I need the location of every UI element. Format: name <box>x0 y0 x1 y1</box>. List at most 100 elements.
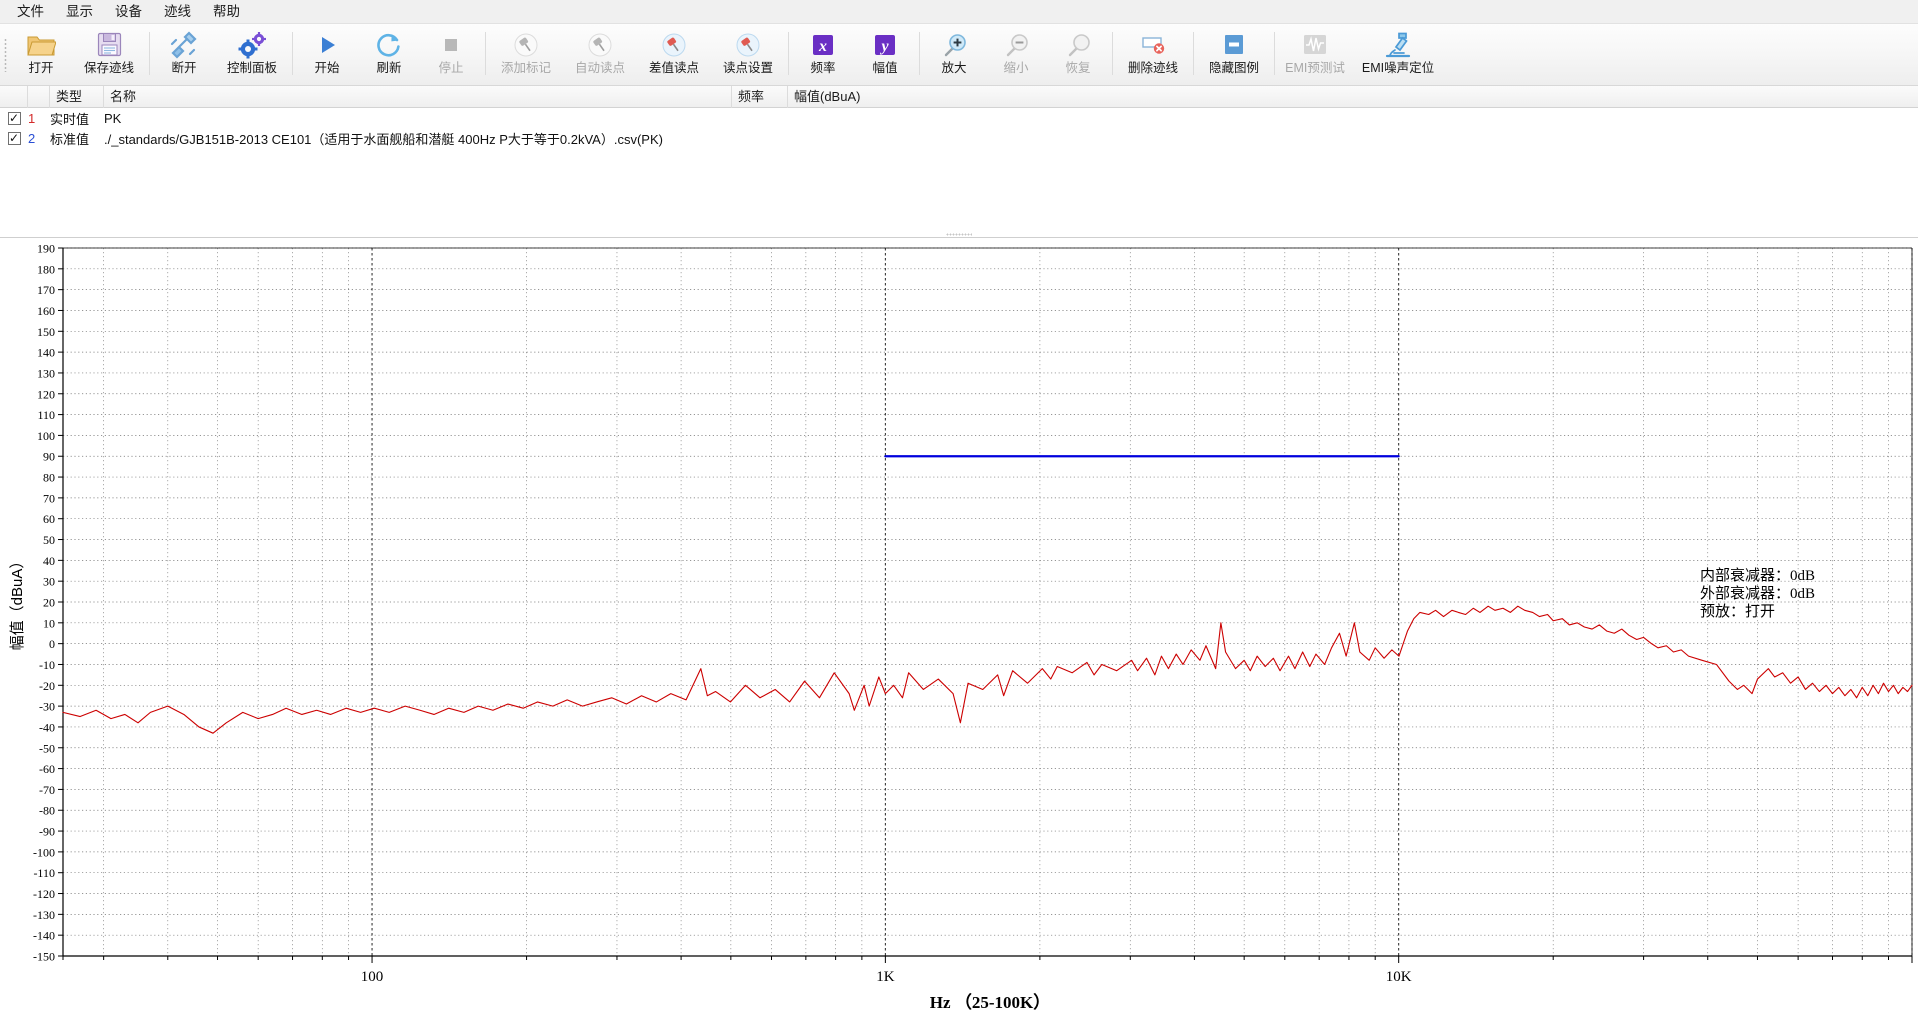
toolbar-button-delta-readout[interactable]: 差值读点 <box>637 24 711 85</box>
waveform-icon <box>1300 29 1330 60</box>
toolbar-separator <box>919 32 920 75</box>
toolbar-button-disconnect[interactable]: 断开 <box>153 24 215 85</box>
toolbar-button-hide-legend[interactable]: 隐藏图例 <box>1197 24 1271 85</box>
table-row[interactable]: ✓ 2 标准值 ./_standards/GJB151B-2013 CE101（… <box>0 128 1918 148</box>
row-checkbox[interactable]: ✓ <box>0 131 28 145</box>
microscope-icon <box>1383 29 1413 60</box>
toolbar-label-emi-noise-locate: EMI噪声定位 <box>1361 61 1435 75</box>
svg-text:80: 80 <box>43 471 55 485</box>
toolbar-label-frequency-axis: 频率 <box>810 61 836 75</box>
toolbar-button-zoom-in[interactable]: 放大 <box>923 24 985 85</box>
column-header-frequency[interactable]: 频率(Hz) <box>732 85 788 126</box>
menu-trace[interactable]: 迹线 <box>153 1 202 23</box>
svg-text:1K: 1K <box>876 969 895 985</box>
trace-list-header: 类型 名称 频率(Hz) 幅值(dBuA) <box>0 85 1918 126</box>
toolbar-separator <box>1112 32 1113 75</box>
spectrum-plot-panel[interactable]: 190 180 170 160 150 140 130 120 110 100 90 80 70 60 50… <box>0 238 1918 1012</box>
svg-text:20: 20 <box>43 596 55 610</box>
svg-text:120: 120 <box>37 387 55 401</box>
svg-text:140: 140 <box>37 346 55 360</box>
zoom-in-icon <box>940 29 968 60</box>
toolbar-button-stop[interactable]: 停止 <box>420 24 482 85</box>
toolbar-label-zoom-in: 放大 <box>941 61 967 75</box>
toolbar-button-control-panel[interactable]: 控制面板 <box>215 24 289 85</box>
trace-list-body: ✓ 1 实时值 PK ✓ 2 标准值 ./_standards/GJB151B-… <box>0 108 1918 231</box>
svg-text:y: y <box>879 38 889 55</box>
svg-text:10: 10 <box>43 616 55 630</box>
svg-text:150: 150 <box>37 325 55 339</box>
toolbar-label-amplitude-axis: 幅值 <box>872 61 898 75</box>
table-row[interactable]: ✓ 1 实时值 PK <box>0 108 1918 128</box>
column-header-index[interactable] <box>28 85 50 108</box>
toolbar-button-start[interactable]: 开始 <box>296 24 358 85</box>
svg-text:70: 70 <box>43 491 55 505</box>
checkbox-checked-icon: ✓ <box>7 110 21 125</box>
toolbar-label-refresh: 刷新 <box>376 61 402 75</box>
toolbar-label-auto-readout: 自动读点 <box>574 61 625 75</box>
toolbar-button-amplitude-axis[interactable]: y 幅值 <box>854 24 916 85</box>
floppy-save-icon <box>96 29 123 60</box>
toolbar: 打开 保存迹线 断开 控制面板 开始 刷新 停止 添加标记 自动读点 差值读点 … <box>0 24 1918 86</box>
svg-text:-150: -150 <box>33 950 55 964</box>
toolbar-button-refresh[interactable]: 刷新 <box>358 24 420 85</box>
toolbar-button-zoom-reset[interactable]: 恢复 <box>1047 24 1109 85</box>
toolbar-label-control-panel: 控制面板 <box>226 61 277 75</box>
toolbar-label-save-trace: 保存迹线 <box>83 61 134 75</box>
svg-text:60: 60 <box>43 512 55 526</box>
plug-disconnect-icon <box>169 29 199 60</box>
toolbar-button-readout-settings[interactable]: 读点设置 <box>711 24 785 85</box>
toolbar-button-zoom-out[interactable]: 缩小 <box>985 24 1047 85</box>
svg-text:x: x <box>818 38 827 55</box>
svg-text:-50: -50 <box>39 741 55 755</box>
menu-file[interactable]: 文件 <box>6 1 55 23</box>
row-type: 实时值 <box>50 111 90 127</box>
toolbar-label-emi-pretest: EMI预测试 <box>1285 61 1345 75</box>
column-header-name[interactable]: 名称 <box>104 85 732 108</box>
toolbar-button-save-trace[interactable]: 保存迹线 <box>72 24 146 85</box>
panel-resize-handle[interactable] <box>0 231 1918 237</box>
svg-text:-10: -10 <box>39 658 55 672</box>
svg-text:170: 170 <box>37 283 55 297</box>
play-icon <box>314 29 340 60</box>
row-name: ./_standards/GJB151B-2013 CE101（适用于水面舰船和… <box>104 131 663 147</box>
svg-text:-70: -70 <box>39 783 55 797</box>
row-index: 1 <box>28 110 36 126</box>
menu-device[interactable]: 设备 <box>104 1 153 23</box>
toolbar-button-emi-noise-locate[interactable]: EMI噪声定位 <box>1352 24 1444 85</box>
svg-text:-90: -90 <box>39 825 55 839</box>
row-name: PK <box>104 110 122 126</box>
toolbar-separator <box>149 32 150 75</box>
column-header-amplitude[interactable]: 幅值(dBuA) <box>788 86 868 108</box>
svg-text:160: 160 <box>37 304 55 318</box>
menu-help[interactable]: 帮助 <box>202 1 251 23</box>
toolbar-label-disconnect: 断开 <box>171 61 197 75</box>
svg-text:-140: -140 <box>33 929 55 943</box>
pin-icon <box>512 29 540 60</box>
toolbar-separator <box>485 32 486 75</box>
toolbar-button-add-marker[interactable]: 添加标记 <box>489 24 563 85</box>
menu-display[interactable]: 显示 <box>55 1 104 23</box>
toolbar-button-emi-pretest[interactable]: EMI预测试 <box>1278 24 1352 85</box>
column-header-type[interactable]: 类型 <box>50 85 104 108</box>
toolbar-button-frequency-axis[interactable]: x 频率 <box>792 24 854 85</box>
toolbar-label-readout-settings: 读点设置 <box>722 61 773 75</box>
toolbar-button-auto-readout[interactable]: 自动读点 <box>563 24 637 85</box>
svg-text:100: 100 <box>361 969 384 985</box>
toolbar-button-open[interactable]: 打开 <box>10 24 72 85</box>
svg-text:-60: -60 <box>39 762 55 776</box>
toolbar-button-delete-trace[interactable]: 删除迹线 <box>1116 24 1190 85</box>
column-header-check[interactable] <box>0 85 28 108</box>
svg-text:40: 40 <box>43 554 55 568</box>
trace-list-panel: 类型 名称 频率(Hz) 幅值(dBuA) ✓ 1 实时值 PK ✓ 2 标准值 <box>0 85 1918 238</box>
toolbar-label-hide-legend: 隐藏图例 <box>1208 61 1259 75</box>
annotation-external-attenuator: 外部衰减器：0dB <box>1700 585 1815 602</box>
row-index: 2 <box>28 130 36 146</box>
plot-background <box>0 238 1918 1012</box>
toolbar-label-add-marker: 添加标记 <box>500 61 551 75</box>
annotation-preamp: 预放：打开 <box>1700 603 1775 620</box>
toolbar-drag-handle[interactable] <box>0 24 10 85</box>
spectrum-chart[interactable]: 1901801701601501401301201101009080706050… <box>0 238 1918 1012</box>
svg-text:0: 0 <box>49 637 55 651</box>
svg-text:190: 190 <box>37 242 55 256</box>
row-checkbox[interactable]: ✓ <box>0 110 28 125</box>
